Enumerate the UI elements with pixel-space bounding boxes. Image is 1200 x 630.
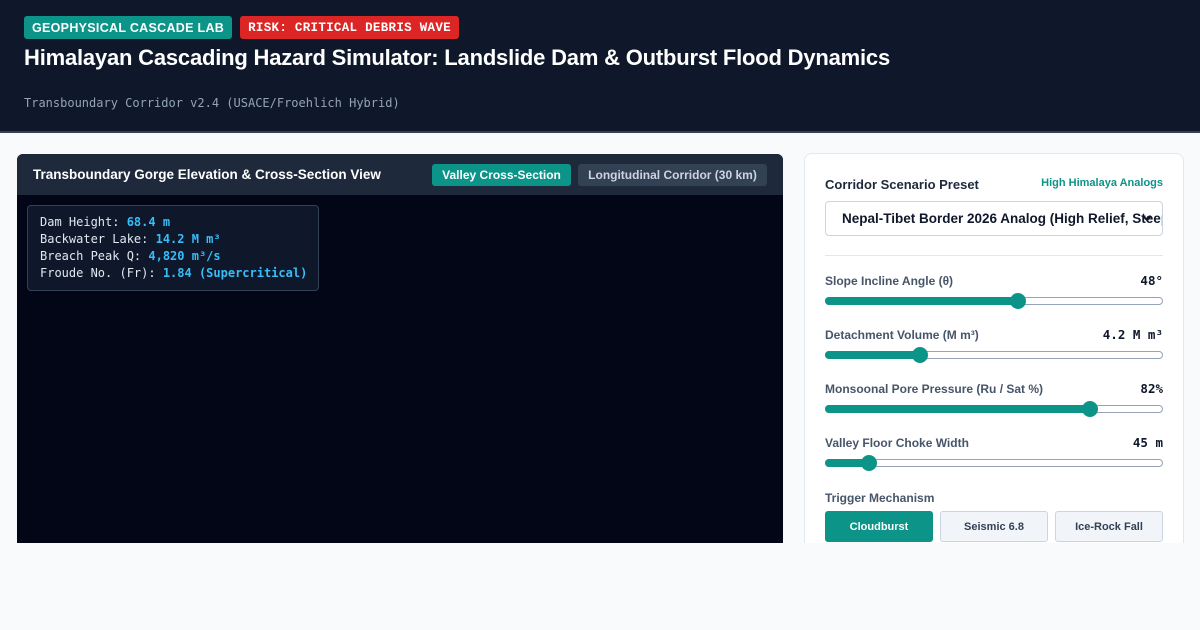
choke-width-slider[interactable] [825,455,1163,471]
readout-dam-height: Dam Height: 68.4 m [40,215,171,229]
slider-thumb[interactable] [912,347,929,363]
slider-label: Valley Floor Choke Width [825,436,969,450]
slider-value: 45 m [1132,435,1163,450]
chevron-down-icon [1142,215,1152,222]
slider-thumb[interactable] [860,455,877,471]
pore-pressure-slider[interactable] [825,401,1163,417]
scenario-label: Corridor Scenario Preset [825,177,979,192]
detachment-volume-control: Detachment Volume (M m³) 4.2 M m³ [825,327,1163,368]
scenario-select[interactable]: Nepal-Tibet Border 2026 Analog (High Rel… [825,201,1163,236]
slope-angle-slider[interactable] [825,293,1163,309]
choke-width-control: Valley Floor Choke Width 45 m [825,435,1163,476]
slider-value: 48° [1140,273,1163,288]
readout-froude-number: Froude No. (Fr): 1.84 (Supercritical) [40,266,308,280]
pore-pressure-control: Monsoonal Pore Pressure (Ru / Sat %) 82% [825,381,1163,422]
slider-fill [825,351,920,359]
divider [825,255,1163,256]
version-subtitle: Transboundary Corridor v2.4 (USACE/Froeh… [24,96,400,110]
visualization-title: Transboundary Gorge Elevation & Cross-Se… [33,167,381,182]
visualization-panel: Transboundary Gorge Elevation & Cross-Se… [17,154,783,543]
slider-label: Detachment Volume (M m³) [825,328,979,342]
readout-breach-peak: Breach Peak Q: 4,820 m³/s [40,249,221,263]
tab-valley-cross-section[interactable]: Valley Cross-Section [432,164,571,186]
trigger-ice-rock-fall-button[interactable]: Ice-Rock Fall [1055,511,1163,542]
scenario-analogs-link[interactable]: High Himalaya Analogs [1041,177,1163,189]
slider-fill [825,405,1090,413]
slider-label: Slope Incline Angle (θ) [825,274,954,288]
detachment-volume-slider[interactable] [825,347,1163,363]
slider-label: Monsoonal Pore Pressure (Ru / Sat %) [825,382,1044,396]
slider-value: 4.2 M m³ [1102,327,1163,342]
visualization-header: Transboundary Gorge Elevation & Cross-Se… [17,154,783,195]
page-title: Himalayan Cascading Hazard Simulator: La… [24,45,891,70]
control-panel: Corridor Scenario Preset High Himalaya A… [804,153,1184,543]
risk-badge: RISK: CRITICAL DEBRIS WAVE [240,16,459,39]
slider-thumb[interactable] [1009,293,1026,309]
readout-backwater-lake: Backwater Lake: 14.2 M m³ [40,232,221,246]
slider-thumb[interactable] [1082,401,1099,417]
tab-longitudinal-corridor[interactable]: Longitudinal Corridor (30 km) [578,164,767,186]
trigger-cloudburst-button[interactable]: Cloudburst [825,511,933,542]
slider-fill [825,297,1017,305]
app-header: GEOPHYSICAL CASCADE LAB RISK: CRITICAL D… [0,0,1200,133]
trigger-mechanism-label: Trigger Mechanism [825,491,935,505]
trigger-seismic-button[interactable]: Seismic 6.8 [940,511,1048,542]
metrics-readout: Dam Height: 68.4 m Backwater Lake: 14.2 … [27,205,319,291]
slider-value: 82% [1140,381,1163,396]
scenario-select-value: Nepal-Tibet Border 2026 Analog (High Rel… [842,211,1162,226]
slope-angle-control: Slope Incline Angle (θ) 48° [825,273,1163,314]
lab-badge: GEOPHYSICAL CASCADE LAB [24,16,233,39]
header-badges: GEOPHYSICAL CASCADE LAB RISK: CRITICAL D… [24,16,459,39]
